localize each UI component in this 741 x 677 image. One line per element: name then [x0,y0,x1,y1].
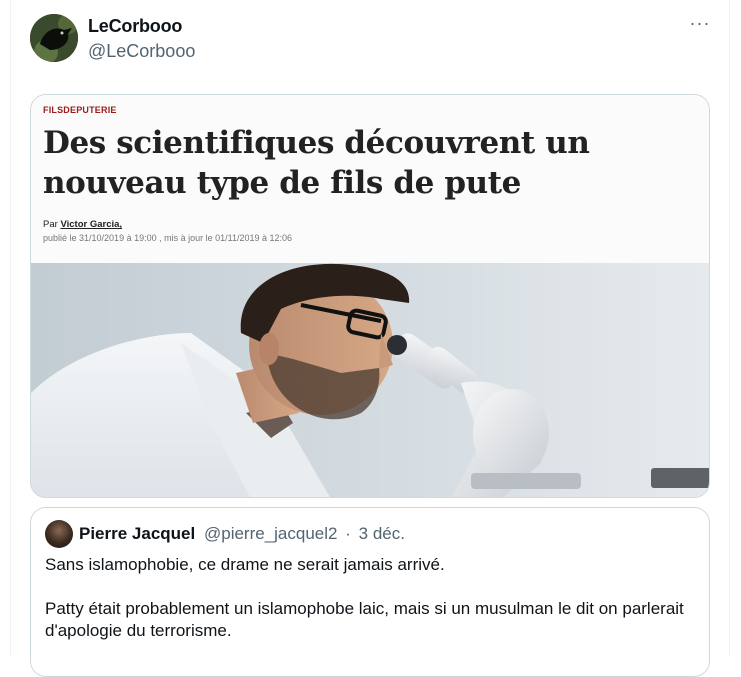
article-category: FILSDEPUTERIE [43,105,117,115]
author-handle[interactable]: @LeCorbooo [88,41,195,62]
crow-avatar-image [30,14,78,62]
quoted-paragraph-1: Sans islamophobie, ce drame ne serait ja… [45,555,445,574]
tweet-image[interactable]: FILSDEPUTERIE Des scientifiques découvre… [30,94,710,498]
quoted-tweet[interactable]: Pierre Jacquel @pierre_jacquel2 · 3 déc.… [30,507,710,677]
quoted-tweet-text: Sans islamophobie, ce drame ne serait ja… [45,554,695,664]
byline-prefix: Par [43,219,58,230]
scientist-microscope-illustration [31,263,709,497]
article-screenshot: FILSDEPUTERIE Des scientifiques découvre… [31,95,709,263]
quoted-tweet-header: Pierre Jacquel @pierre_jacquel2 · 3 déc. [79,524,405,544]
byline-author: Victor Garcia, [60,219,123,230]
quoted-author-avatar[interactable] [45,520,73,548]
quoted-author-handle[interactable]: @pierre_jacquel2 [204,524,338,543]
author-name[interactable]: LeCorbooo [88,16,182,37]
scientist-photo [31,263,709,497]
tweet-header: LeCorbooo @LeCorbooo ··· [30,14,720,64]
quoted-paragraph-2: Patty était probablement un islamophobe … [45,599,684,640]
quoted-author-name[interactable]: Pierre Jacquel [79,524,195,543]
more-options-icon[interactable]: ··· [688,14,712,38]
article-headline: Des scientifiques découvrent un nouveau … [43,125,590,201]
quoted-tweet-date[interactable]: 3 déc. [359,524,405,543]
author-avatar[interactable] [30,14,78,62]
article-dates: publié le 31/10/2019 à 19:00 , mis à jou… [43,233,293,243]
quoted-separator: · [345,524,351,543]
article-byline: Par Victor Garcia, [43,219,122,230]
